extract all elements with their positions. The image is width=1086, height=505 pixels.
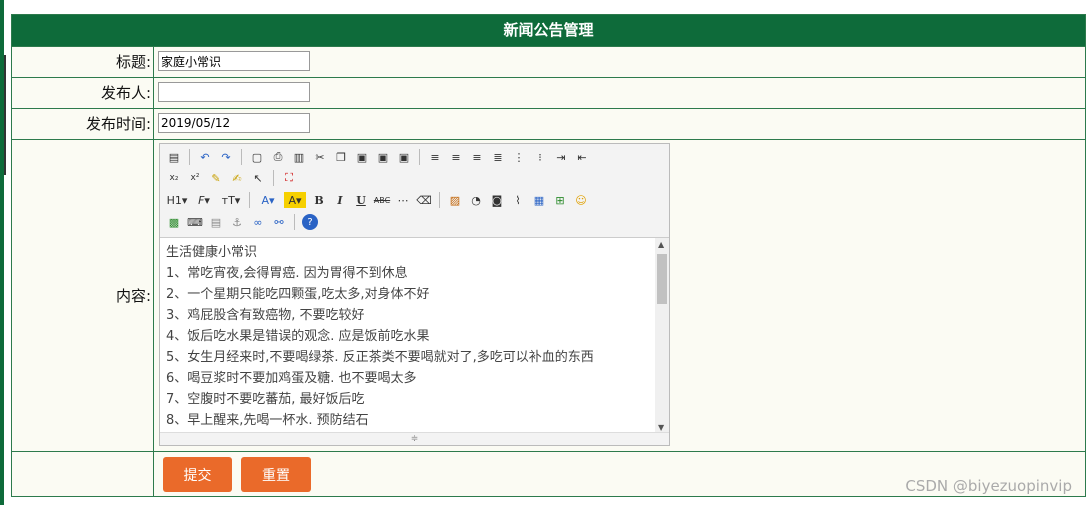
page-break-icon[interactable]: ▤ (208, 214, 224, 230)
publish-time-row: 发布时间: (12, 108, 1085, 139)
font-family-icon[interactable]: F▾ (193, 192, 215, 208)
unordered-list-icon[interactable]: ⁝ (532, 149, 548, 165)
content-line: 8、早上醒来,先喝一杯水. 预防结石 (166, 413, 369, 428)
flash-icon[interactable]: ◔ (468, 192, 484, 208)
outdent-icon[interactable]: ⇤ (574, 149, 590, 165)
font-color-icon[interactable]: A▾ (257, 192, 279, 208)
emoticon-icon[interactable]: ☺ (573, 192, 589, 208)
content-line: 5、女生月经来时,不要喝绿茶. 反正茶类不要喝就对了,多吃可以补血的东西 (166, 350, 594, 365)
clear-format-icon[interactable]: ✎ (208, 170, 224, 186)
attachment-icon[interactable]: ⌇ (510, 192, 526, 208)
cut-icon[interactable]: ✂ (312, 149, 328, 165)
content-line: 4、饭后吃水果是错误的观念. 应是饭前吃水果 (166, 329, 430, 344)
news-form-table: 新闻公告管理 标题: 发布人: 发布时间: 内容: ▤ ↶ ↷ ▢ ⎙ ▥ ✂ (11, 14, 1086, 497)
toolbar-separator (294, 214, 295, 230)
rich-text-editor: ▤ ↶ ↷ ▢ ⎙ ▥ ✂ ❐ ▣ ▣ ▣ ≡ ≡ ≡ ≣ ⋮ ⁝ ⇥ ⇤ x₂… (159, 143, 670, 446)
font-size-icon[interactable]: тT▾ (220, 192, 242, 208)
toolbar-separator (241, 149, 242, 165)
select-all-icon[interactable]: ✍ (229, 170, 245, 186)
toolbar-separator (189, 149, 190, 165)
source-icon[interactable]: ▤ (166, 149, 182, 165)
align-right-icon[interactable]: ≡ (469, 149, 485, 165)
editor-toolbar: ▤ ↶ ↷ ▢ ⎙ ▥ ✂ ❐ ▣ ▣ ▣ ≡ ≡ ≡ ≣ ⋮ ⁝ ⇥ ⇤ x₂… (160, 144, 669, 238)
align-justify-icon[interactable]: ≣ (490, 149, 506, 165)
editor-resize-handle[interactable]: ≑ (160, 432, 669, 445)
align-left-icon[interactable]: ≡ (427, 149, 443, 165)
align-center-icon[interactable]: ≡ (448, 149, 464, 165)
publisher-input[interactable] (158, 82, 310, 102)
horizontal-rule-icon[interactable]: ⋯ (395, 192, 411, 208)
content-label: 内容: (12, 140, 154, 451)
bold-icon[interactable]: B (311, 192, 327, 208)
italic-icon[interactable]: I (332, 192, 348, 208)
toolbar-separator (249, 192, 250, 208)
scroll-up-icon[interactable]: ▲ (658, 240, 664, 249)
link-icon[interactable]: ∞ (250, 214, 266, 230)
paste-text-icon[interactable]: ▣ (375, 149, 391, 165)
table-icon[interactable]: ▦ (531, 192, 547, 208)
title-input[interactable] (158, 51, 310, 71)
code-icon[interactable]: ⌨ (187, 214, 203, 230)
highlight-color-icon[interactable]: A▾ (284, 192, 306, 208)
publisher-row: 发布人: (12, 77, 1085, 108)
ordered-list-icon[interactable]: ⋮ (511, 149, 527, 165)
content-line: 6、喝豆浆时不要加鸡蛋及糖. 也不要喝太多 (166, 371, 417, 386)
editor-scrollbar[interactable]: ▲ ▼ (655, 238, 669, 434)
subscript-icon[interactable]: x₂ (166, 170, 182, 186)
content-line: 7、空腹时不要吃蕃茄, 最好饭后吃 (166, 392, 365, 407)
insert-row-icon[interactable]: ⊞ (552, 192, 568, 208)
scroll-down-icon[interactable]: ▼ (658, 423, 664, 432)
submit-button[interactable]: 提交 (163, 457, 232, 492)
content-line: 1、常吃宵夜,会得胃癌. 因为胃得不到休息 (166, 266, 408, 281)
paste-word-icon[interactable]: ▣ (396, 149, 412, 165)
undo-icon[interactable]: ↶ (197, 149, 213, 165)
toolbar-row-3: H1▾ F▾ тT▾ A▾ A▾ B I U ABC ⋯ ⌫ ▨ ◔ ◙ ⌇ ▦… (166, 190, 589, 210)
scrollbar-thumb[interactable] (657, 254, 667, 304)
watermark: CSDN @biyezuopinvip (905, 477, 1072, 495)
toolbar-row-1: ▤ ↶ ↷ ▢ ⎙ ▥ ✂ ❐ ▣ ▣ ▣ ≡ ≡ ≡ ≣ ⋮ ⁝ ⇥ ⇤ (166, 147, 590, 167)
content-line: 生活健康小常识 (166, 245, 258, 260)
insert-image-icon[interactable]: ▩ (166, 214, 182, 230)
reset-button[interactable]: 重置 (241, 457, 311, 492)
paste-icon[interactable]: ▣ (354, 149, 370, 165)
title-label: 标题: (12, 47, 154, 77)
copy-icon[interactable]: ❐ (333, 149, 349, 165)
help-icon[interactable]: ? (302, 214, 318, 230)
unlink-icon[interactable]: ⚯ (271, 214, 287, 230)
toolbar-separator (273, 170, 274, 186)
publish-time-label: 发布时间: (12, 109, 154, 139)
toolbar-separator (419, 149, 420, 165)
publisher-label: 发布人: (12, 78, 154, 108)
toolbar-row-4: ▩ ⌨ ▤ ⚓ ∞ ⚯ ? (166, 212, 318, 232)
underline-icon[interactable]: U (353, 192, 369, 208)
editor-content[interactable]: 生活健康小常识 1、常吃宵夜,会得胃癌. 因为胃得不到休息 2、一个星期只能吃四… (160, 238, 655, 434)
print-icon[interactable]: ⎙ (270, 149, 286, 165)
anchor-icon[interactable]: ⚓ (229, 214, 245, 230)
title-row: 标题: (12, 46, 1085, 77)
left-accent-divider (4, 55, 6, 175)
fullscreen-icon[interactable]: ⛶ (281, 170, 297, 186)
page-title: 新闻公告管理 (12, 15, 1085, 46)
heading-icon[interactable]: H1▾ (166, 192, 188, 208)
cursor-icon[interactable]: ↖ (250, 170, 266, 186)
image-icon[interactable]: ▨ (447, 192, 463, 208)
actions-label-cell (12, 452, 154, 497)
eraser-icon[interactable]: ⌫ (416, 192, 432, 208)
content-line: 3、鸡屁股含有致癌物, 不要吃较好 (166, 308, 365, 323)
redo-icon[interactable]: ↷ (218, 149, 234, 165)
publish-time-input[interactable] (158, 113, 310, 133)
content-line: 2、一个星期只能吃四颗蛋,吃太多,对身体不好 (166, 287, 430, 302)
toolbar-row-2: x₂ x² ✎ ✍ ↖ ⛶ (166, 168, 297, 188)
template-icon[interactable]: ▥ (291, 149, 307, 165)
toolbar-separator (439, 192, 440, 208)
preview-icon[interactable]: ▢ (249, 149, 265, 165)
media-icon[interactable]: ◙ (489, 192, 505, 208)
indent-icon[interactable]: ⇥ (553, 149, 569, 165)
strikethrough-icon[interactable]: ABC (374, 192, 390, 208)
superscript-icon[interactable]: x² (187, 170, 203, 186)
